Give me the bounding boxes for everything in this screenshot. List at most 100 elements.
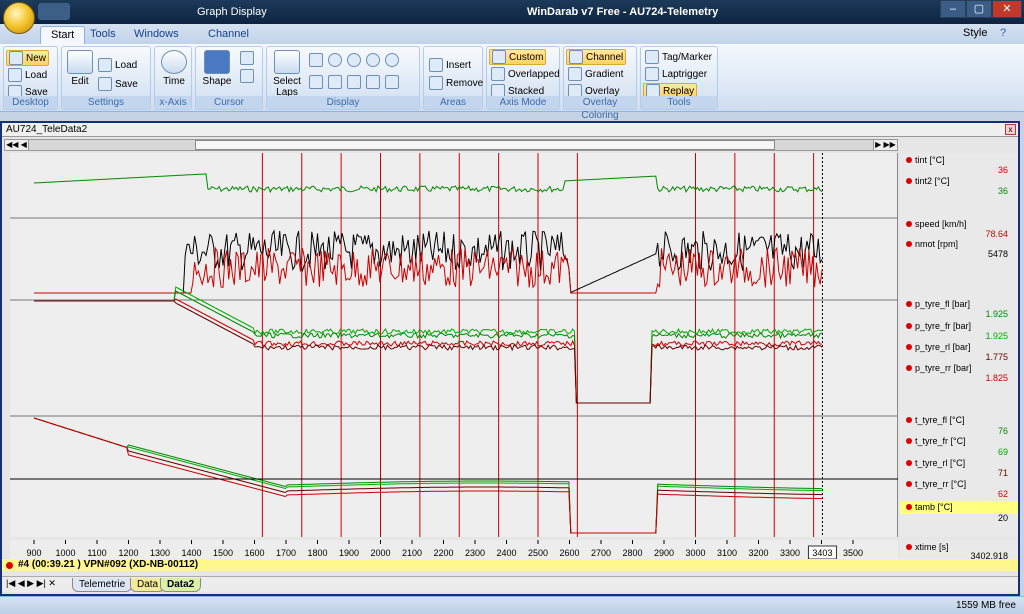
legend-item[interactable]: t_tyre_rr [°C] (906, 479, 966, 489)
t-tyre-rl-trace (33, 417, 823, 534)
channel-dot-icon (906, 544, 912, 550)
overlay-channel-button[interactable]: Channel (566, 49, 627, 65)
zoom-options-icon[interactable] (309, 53, 323, 67)
cursor-shape-button[interactable]: Shape (199, 50, 235, 87)
settings-load-button[interactable]: Load (96, 57, 139, 73)
legend-item[interactable]: tint2 [°C] (906, 176, 950, 186)
select-laps-button[interactable]: Select Laps (270, 50, 304, 98)
grid-icon[interactable] (385, 75, 399, 89)
group-caption: Settings (62, 96, 150, 109)
crosshair-icon (204, 50, 230, 74)
desktop-new-button[interactable]: New (6, 50, 50, 66)
tab-windows[interactable]: Windows (124, 26, 189, 44)
zoom-fit-icon[interactable] (366, 53, 380, 67)
legend-item[interactable]: xtime [s] (906, 542, 949, 552)
custom-axis-icon (492, 50, 506, 64)
group-overlay-coloring: Channel Gradient Overlay Overlay Colorin… (563, 46, 637, 121)
zoom-in-icon[interactable] (328, 53, 342, 67)
cursor-sync-icon[interactable] (240, 69, 254, 83)
tint2-trace (33, 173, 823, 194)
legend-value: 62 (997, 489, 1008, 499)
sheet-nav-icon[interactable]: |◀ ◀ ▶ ▶| ✕ (6, 578, 56, 589)
settings-save-button[interactable]: Save (96, 76, 140, 92)
group-settings: Edit Load Save Settings (61, 46, 151, 110)
scrollbar-thumb[interactable] (195, 140, 775, 150)
group-caption: Axis Mode (487, 96, 559, 109)
folder-icon (8, 68, 22, 82)
tab-tools[interactable]: Tools (80, 26, 126, 44)
legend-item[interactable]: p_tyre_rr [bar] (906, 363, 972, 373)
tab-channel[interactable]: Channel (198, 26, 259, 44)
group-desktop: New Load Save Desktop (3, 46, 58, 110)
layout-icon[interactable] (309, 75, 323, 89)
legend-item[interactable]: t_tyre_rl [°C] (906, 458, 965, 468)
legend-value: 71 (997, 468, 1008, 478)
legend-value: 78.64 (985, 229, 1008, 239)
cursor-label: 3403 (812, 548, 832, 558)
scroll-end-icon[interactable]: ▶ ▶▶ (873, 140, 897, 150)
time-scrollbar[interactable]: ◀◀ ◀ ▶ ▶▶ (4, 139, 898, 151)
group-areas: Insert Remove Areas (423, 46, 483, 110)
scroll-start-icon[interactable]: ◀◀ ◀ (5, 140, 29, 150)
legend-item[interactable]: p_tyre_fl [bar] (906, 299, 970, 309)
split-vertical-icon[interactable] (366, 75, 380, 89)
folder-icon (98, 58, 112, 72)
close-button[interactable]: ✕ (992, 0, 1022, 18)
tab-start[interactable]: Start (40, 26, 86, 44)
legend-item[interactable]: p_tyre_rl [bar] (906, 342, 971, 352)
document-close-icon[interactable]: x (1005, 124, 1016, 135)
split-right-icon[interactable] (347, 75, 361, 89)
axis-mode-overlapped-button[interactable]: Overlapped (489, 66, 562, 82)
legend-item[interactable]: tint [°C] (906, 155, 945, 165)
channel-dot-icon (906, 301, 912, 307)
p-tyre-rl-trace (34, 300, 823, 404)
insert-area-icon (429, 58, 443, 72)
channel-dot-icon (906, 460, 912, 466)
cursor-mode-icon[interactable] (240, 51, 254, 65)
help-icon[interactable]: ? (1000, 27, 1006, 39)
zoom-out-icon[interactable] (347, 53, 361, 67)
legend-item[interactable]: nmot [rpm] (906, 239, 958, 249)
minimize-button[interactable]: – (940, 0, 966, 18)
settings-edit-button[interactable]: Edit (66, 50, 94, 87)
channel-legend: tint [°C] 36 tint2 [°C] 36 speed [km/h] … (900, 153, 1018, 537)
laptrigger-button[interactable]: Laptrigger (643, 66, 709, 82)
x-tick-label: 2900 (654, 548, 674, 558)
axis-mode-custom-button[interactable]: Custom (489, 49, 547, 65)
legend-item[interactable]: t_tyre_fl [°C] (906, 415, 965, 425)
sheet-tab-telemetrie[interactable]: Telemetrie (72, 578, 133, 592)
legend-item[interactable]: t_tyre_fr [°C] (906, 436, 966, 446)
desktop-load-button[interactable]: Load (6, 67, 49, 83)
quick-access-toolbar[interactable] (38, 3, 70, 20)
legend-item[interactable]: speed [km/h] (906, 219, 967, 229)
overlay-gradient-button[interactable]: Gradient (566, 66, 625, 82)
plot-area[interactable] (10, 153, 898, 537)
maximize-button[interactable]: ▢ (966, 0, 992, 18)
tag-marker-button[interactable]: Tag/Marker (643, 49, 714, 65)
split-left-icon[interactable] (328, 75, 342, 89)
edit-icon (67, 50, 93, 74)
x-tick-label: 1400 (181, 548, 201, 558)
title-bar: Graph Display WinDarab v7 Free - AU724-T… (0, 0, 1024, 24)
channel-dot-icon (906, 323, 912, 329)
legend-value: 36 (997, 165, 1008, 175)
channel-dot-icon (906, 157, 912, 163)
x-tick-label: 2500 (528, 548, 548, 558)
areas-remove-button[interactable]: Remove (427, 75, 485, 91)
graph-document-window: AU724_TeleData2 x ◀◀ ◀ ▶ ▶▶ tint [°C] 36… (0, 121, 1020, 596)
x-tick-label: 3200 (748, 548, 768, 558)
x-tick-label: 1200 (118, 548, 138, 558)
legend-item[interactable]: tamb [°C] (906, 502, 953, 512)
xaxis-time-button[interactable]: Time (159, 50, 189, 87)
legend-item[interactable]: p_tyre_fr [bar] (906, 321, 971, 331)
ribbon-tab-row: Start Tools Windows Channel Style ? (0, 24, 1024, 44)
x-tick-label: 1600 (244, 548, 264, 558)
app-orb-button[interactable] (3, 2, 35, 34)
group-caption: Tools (641, 96, 717, 109)
areas-insert-button[interactable]: Insert (427, 57, 473, 73)
channel-dot-icon (906, 438, 912, 444)
sheet-tab-data2[interactable]: Data2 (160, 578, 202, 592)
zoom-reset-icon[interactable] (385, 53, 399, 67)
group-display: Select Laps Display (266, 46, 420, 110)
style-menu[interactable]: Style (963, 27, 987, 39)
